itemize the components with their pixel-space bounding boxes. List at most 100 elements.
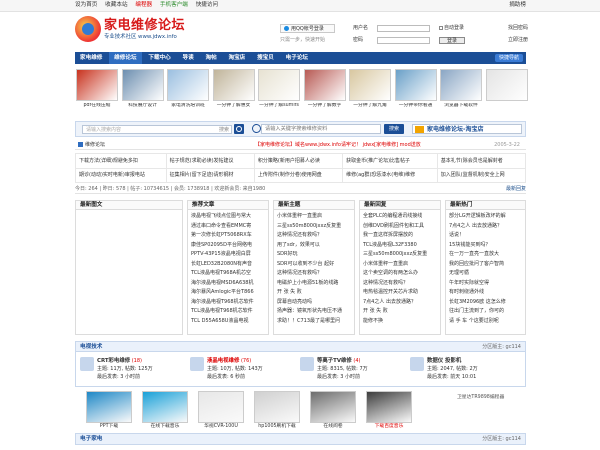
nav-item-search-goods[interactable]: 搜宝贝	[252, 52, 279, 64]
list-item[interactable]: 这种情况还有救吗？	[363, 279, 437, 289]
repair-search-button[interactable]: 搜索	[384, 124, 404, 134]
list-item[interactable]: 我一直这样拆屏摆放的	[363, 231, 437, 241]
gallery-item[interactable]: 在线下载音乐	[139, 391, 191, 433]
nav-item-download[interactable]: 下载中心	[143, 52, 175, 64]
rule-link[interactable]: 维修(ag群)恐惩漆水(电维)维修	[342, 167, 438, 183]
thumbnail-item[interactable]: pdf在线压缩	[75, 69, 119, 115]
nav-item-appliance-repair[interactable]: 家电维修	[75, 52, 107, 64]
list-item[interactable]: 往出门主流到了，你可的	[449, 307, 522, 317]
list-item[interactable]: 这个卖空调的有两怎么办	[363, 269, 437, 279]
forum-board-last-post[interactable]: 最后发表: 前天 10:01	[427, 373, 478, 381]
nav-item-forum[interactable]: 维修论坛	[109, 52, 142, 64]
thumbnail-item[interactable]	[485, 69, 529, 115]
list-item[interactable]: 开 张 失 败	[277, 288, 351, 298]
nav-item-guide[interactable]: 导读	[178, 52, 199, 64]
forum-board-last-post[interactable]: 最后发表: 3 小时前	[97, 373, 153, 381]
gallery-item[interactable]: hp1005刷机下载	[251, 391, 303, 433]
list-item[interactable]: 求助！！C713最了是哪里问	[277, 317, 351, 327]
thumbnail-item[interactable]: 一分钟了解九角	[348, 69, 392, 115]
gallery-item[interactable]: 华视CVR-100U	[195, 391, 247, 433]
donor-list-link[interactable]: 捐助榜	[509, 2, 526, 9]
section-title[interactable]: 电视技术	[80, 344, 102, 350]
list-item[interactable]: SDR好玩	[277, 250, 351, 260]
list-item[interactable]: 请 手 车 个这要过别呢	[449, 317, 522, 327]
password-input[interactable]	[377, 37, 430, 44]
find-password-link[interactable]: 找回密码	[508, 25, 528, 31]
qq-login-button[interactable]: 用QQ帐号登录	[280, 24, 335, 33]
list-item[interactable]: 电热毯温控开关芯片求助	[363, 288, 437, 298]
register-link[interactable]: 立即注册	[508, 37, 528, 43]
site-title[interactable]: 家电维修论坛	[104, 18, 185, 34]
list-item[interactable]: 开 张 失 败	[363, 307, 437, 317]
rule-link[interactable]: 基本礼节(除会员也是解封者	[436, 153, 527, 169]
bookmark-link[interactable]: 收藏本站	[105, 2, 127, 8]
list-item[interactable]: TCL液晶电视L32F3380	[363, 241, 437, 251]
list-item[interactable]: 通过串口命令查看EMMC寄	[191, 222, 265, 232]
list-item[interactable]: 长虹3M2096欧 这怎么修	[449, 298, 522, 308]
thumbnail-item[interactable]: 家电清洗培训班	[166, 69, 210, 115]
list-item[interactable]: SDR可以收到不少台 起好	[277, 260, 351, 270]
nav-item-shop[interactable]: 淘宝店	[223, 52, 250, 64]
forum-board-name[interactable]: 液晶电视维修	[207, 358, 239, 364]
list-item[interactable]: 液晶电视飞线点位图与常大	[191, 212, 265, 222]
nav-item-collections[interactable]: 淘帖	[201, 52, 222, 64]
list-item[interactable]: 7点4之人 出去放通路？	[363, 298, 437, 308]
ticker-category[interactable]: 维修论坛	[78, 142, 105, 148]
list-item[interactable]: 在一万一直亮一直放大	[449, 250, 522, 260]
mobile-client-link[interactable]: 手机客户端	[160, 2, 188, 8]
list-item[interactable]: 屏幕自动亮动吗	[277, 298, 351, 308]
rule-link[interactable]: 帖子规范(求助必读)发帖建议	[165, 153, 255, 169]
list-item[interactable]: 扬声器：镜氧形状先电压不通	[277, 307, 351, 317]
list-item[interactable]: 午年时实际就空得	[449, 279, 522, 289]
list-item[interactable]: 这种情况还有救吗？	[277, 231, 351, 241]
forum-board[interactable]: CRT彩电维修 (18) 主题: 11万, 帖数: 125万 最后发表: 3 小时前	[80, 357, 185, 385]
forum-board[interactable]: 液晶电视维修 (76) 主题: 10万, 帖数: 143万 最后发表: 6 秒前	[190, 357, 295, 385]
list-item[interactable]: 我的回应批问了客户智简	[449, 260, 522, 270]
rule-link[interactable]: 获取金币(推广论坛)比售帖子	[342, 153, 438, 169]
latest-replies-link[interactable]: 最新回复	[506, 186, 526, 192]
thumbnail-item[interactable]: 浏览器下载软件	[439, 69, 483, 115]
site-search-button[interactable]	[234, 124, 244, 134]
list-item[interactable]: 用了sdr，效果可以	[277, 241, 351, 251]
list-item[interactable]: 无理可循	[449, 269, 522, 279]
list-item[interactable]: 能修不换	[363, 317, 437, 327]
thumbnail-item[interactable]: 一分钟带你看通	[394, 69, 438, 115]
list-item[interactable]: 三星ss50m8000jxxz反复重	[363, 250, 437, 260]
list-item[interactable]: 海尔暴风Amlogic平台T866	[191, 288, 265, 298]
gallery-item[interactable]: PPT下载	[83, 391, 135, 433]
list-item[interactable]: 部分LG开逻辑板改坏的解	[449, 212, 522, 222]
list-item[interactable]: 7点4之人 出去放通路？	[449, 222, 522, 232]
quick-nav-button[interactable]: 快捷导航	[494, 54, 523, 62]
list-item[interactable]: TCL液晶电视T968A机芯空	[191, 269, 265, 279]
nav-item-electronics-forum[interactable]: 电子论坛	[281, 52, 313, 64]
ticker-text[interactable]: 【家电维修论坛】域名www.jdwx.info请牢记！ jdwx[家电维修] m…	[255, 142, 421, 148]
list-item[interactable]: TCL液晶电视T968机芯软件	[191, 307, 265, 317]
rule-link[interactable]: 征集相片(留下足迹)请形钢材	[165, 167, 255, 183]
list-item[interactable]: 15块钱能买到吗？	[449, 241, 522, 251]
list-item[interactable]: 电磁炉上小电源51板的线路	[277, 279, 351, 289]
taobao-shop-link[interactable]: 家电维修论坛-淘宝店	[412, 124, 522, 134]
section-title[interactable]: 电子家电	[80, 436, 102, 442]
set-homepage-link[interactable]: 设为首页	[75, 2, 97, 8]
forum-board-name[interactable]: 等离子TV维修	[317, 358, 352, 364]
list-item[interactable]: 创维DVD刷机固件包和工具	[363, 222, 437, 232]
section-moderator[interactable]: 分区版主: gc114	[482, 434, 521, 445]
list-item[interactable]: PPTV-43P15液晶电视白屏	[191, 250, 265, 260]
list-item[interactable]: 第一次修长虹PT5068RX车	[191, 231, 265, 241]
site-search-input[interactable]: 请输入搜索内容 搜索	[82, 125, 232, 134]
programmer-ad-link[interactable]: 卫星达TR9898编程器	[457, 395, 525, 405]
rule-link[interactable]: 期诊(动动)实时电新)审报电站	[75, 167, 167, 183]
list-item[interactable]: 小米体重秤一直重启	[277, 212, 351, 222]
thumbnail-item[interactable]: 科技展厅设计	[121, 69, 165, 115]
rule-link[interactable]: 上传附件(制作分卷)使用网盘	[253, 167, 344, 183]
forum-board[interactable]: 等离子TV维修 (4) 主题: 8315, 帖数: 7万 最后发表: 3 小时前	[300, 357, 405, 385]
list-item[interactable]: 长虹LED32B2080N有声音	[191, 260, 265, 270]
forum-board-name[interactable]: 数据仪 投影机	[427, 358, 461, 364]
rule-link[interactable]: 下载方法(详细)规避免多扣	[75, 153, 167, 169]
thumbnail-item[interactable]: 一分钟了解数字	[303, 69, 347, 115]
list-item[interactable]: 海尔液晶电视MSD6A638机	[191, 279, 265, 289]
section-moderator[interactable]: 分区版主: gc114	[482, 342, 521, 352]
thumbnail-item[interactable]: 一分钟了解惠女	[212, 69, 256, 115]
repair-search-input[interactable]: 请输入关键字搜索维修资料	[261, 124, 381, 134]
gallery-item[interactable]: 下载百度音乐	[363, 391, 415, 433]
